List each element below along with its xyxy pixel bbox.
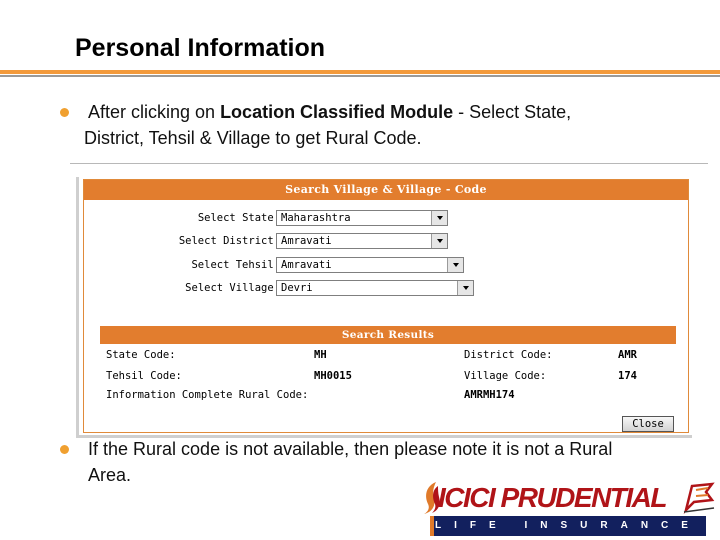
district-field-row: Select District: Amravati: [84, 232, 690, 252]
state-code-label: State Code:: [106, 349, 176, 361]
chevron-down-icon[interactable]: [431, 211, 447, 225]
brand-name: ICICI PRUDENTIAL: [438, 482, 668, 513]
complete-rural-code-label: Information Complete Rural Code:: [106, 389, 309, 401]
district-label: Select District:: [178, 235, 280, 247]
bullet-text-line2: District, Tehsil & Village to get Rural …: [84, 128, 422, 148]
bullet-instruction: After clicking on Location Classified Mo…: [84, 99, 684, 151]
tehsil-field-row: Select Tehsil: Amravati: [84, 256, 690, 276]
village-select-value: Devri: [281, 282, 313, 294]
tagline-accent: [430, 516, 434, 536]
search-village-panel: Search Village & Village - Code Select S…: [83, 179, 689, 433]
state-label: Select State:: [197, 212, 280, 224]
village-code-value: 174: [618, 370, 637, 382]
chevron-down-icon[interactable]: [447, 258, 463, 272]
tehsil-code-label: Tehsil Code:: [106, 370, 182, 382]
state-select[interactable]: Maharashtra: [276, 210, 448, 226]
tehsil-code-value: MH0015: [314, 370, 352, 382]
bullet-text: - Select State,: [453, 102, 572, 122]
district-code-value: AMR: [618, 349, 637, 361]
close-button[interactable]: Close: [622, 416, 674, 432]
village-label: Select Village:: [185, 282, 280, 294]
state-select-value: Maharashtra: [281, 212, 351, 224]
bullet-text: After clicking on: [88, 102, 221, 122]
search-results-table: Search Results State Code: MH District C…: [100, 326, 676, 408]
title-underline-gray: [0, 75, 720, 77]
tehsil-select[interactable]: Amravati: [276, 257, 464, 273]
screenshot-frame: Search Village & Village - Code Select S…: [76, 177, 692, 438]
state-code-value: MH: [314, 349, 327, 361]
village-field-row: Select Village: Devri: [84, 279, 690, 299]
title-underline-orange: [0, 70, 720, 74]
search-panel-title: Search Village & Village - Code: [84, 180, 688, 200]
page-title: Personal Information: [75, 34, 326, 62]
district-select-value: Amravati: [281, 235, 332, 247]
village-code-label: Village Code:: [464, 370, 547, 382]
tagline-band: LIFE INSURANCE: [430, 516, 706, 536]
flag-emblem-icon: [683, 482, 715, 514]
chevron-down-icon[interactable]: [457, 281, 473, 295]
search-results-title: Search Results: [100, 326, 676, 344]
district-select[interactable]: Amravati: [276, 233, 448, 249]
village-select[interactable]: Devri: [276, 280, 474, 296]
tagline-text: LIFE INSURANCE: [435, 520, 701, 531]
chevron-down-icon[interactable]: [431, 234, 447, 248]
bullet-dot: [60, 445, 69, 454]
complete-rural-code-value: AMRMH174: [464, 389, 515, 401]
note-text-line1: If the Rural code is not available, then…: [88, 439, 613, 459]
tehsil-label: Select Tehsil:: [191, 259, 280, 271]
tehsil-select-value: Amravati: [281, 259, 332, 271]
district-code-label: District Code:: [464, 349, 553, 361]
icici-prudential-logo: ICICI PRUDENTIAL LIFE INSURANCE: [420, 476, 716, 538]
bullet-dot: [60, 108, 69, 117]
divider: [70, 163, 708, 164]
bullet-bold-text: Location Classified Module: [220, 102, 454, 122]
state-field-row: Select State: Maharashtra: [84, 209, 690, 229]
